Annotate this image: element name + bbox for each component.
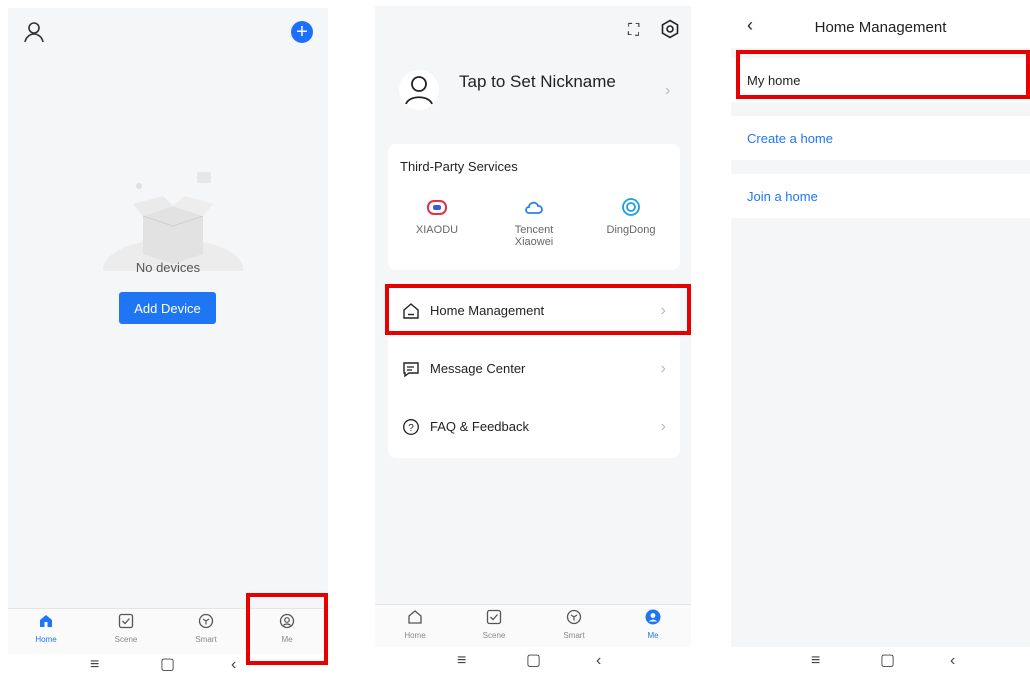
menu-label: Message Center [430,361,526,376]
tab-scene[interactable]: Scene [96,613,156,644]
user-icon[interactable] [22,20,46,44]
menu-icon[interactable]: ≡ [457,653,466,669]
empty-box-illustration [103,172,243,271]
scene-check-icon [118,613,134,629]
tab-label: Smart [195,635,217,644]
row-label: Create a home [747,131,833,146]
tab-home[interactable]: Home [16,613,76,644]
row-label: Join a home [747,189,818,204]
back-icon[interactable]: ‹ [950,653,955,669]
join-home-row[interactable]: Join a home [731,174,1030,218]
service-label: DingDong [606,224,656,236]
system-nav-bar: ≡ ▢ ‹ [375,647,691,675]
scene-check-icon [486,609,502,625]
tab-label: Me [647,631,659,640]
menu-faq-feedback[interactable]: ? FAQ & Feedback › [388,399,680,457]
tab-label: Smart [563,631,585,640]
tencent-cloud-icon [525,201,543,214]
back-icon[interactable]: ‹ [596,653,601,669]
me-user-icon [645,609,661,625]
home-square-icon[interactable]: ▢ [880,653,895,669]
chevron-right-icon: › [665,82,671,99]
avatar[interactable] [399,70,439,110]
home-icon [40,615,52,627]
highlight-my-home [736,50,1030,99]
service-tencent[interactable]: Tencent Xiaowei [494,196,574,248]
home-square-icon[interactable]: ▢ [160,657,175,673]
add-circle-icon[interactable]: + [291,21,313,43]
xiaodu-icon [427,200,447,215]
tab-smart[interactable]: Smart [544,609,604,640]
dingdong-icon [622,198,640,216]
me-screen: ⛶ Tap to Set Nickname › Third-Party Serv… [375,6,691,675]
tab-me[interactable]: Me [623,609,683,640]
bottom-tab-bar: Home Scene Smart Me [375,604,691,647]
menu-message-center[interactable]: Message Center › [388,341,680,399]
tab-label: Home [35,635,57,644]
tab-scene[interactable]: Scene [464,609,524,640]
page-title: Home Management [814,19,947,36]
help-icon: ? [403,419,419,435]
system-nav-bar: ≡ ▢ ‹ [731,647,1030,675]
highlight-me-tab [246,593,328,665]
highlight-home-management [385,284,691,335]
gear-icon[interactable] [660,19,680,39]
smart-cube-icon [198,613,214,629]
svg-text:?: ? [408,423,414,434]
tab-home[interactable]: Home [385,609,445,640]
nickname-label[interactable]: Tap to Set Nickname [459,72,616,92]
home-screen: + No devices Add Device Home Scene Smart… [8,8,328,675]
home-icon [408,610,422,624]
home-square-icon[interactable]: ▢ [526,653,541,669]
menu-icon[interactable]: ≡ [90,657,99,673]
home-management-screen: ‹ Home Management My home Create a home … [731,6,1030,675]
empty-state-text: No devices [135,260,201,275]
tab-label: Scene [114,635,138,644]
back-icon[interactable]: ‹ [231,657,236,673]
service-dingdong[interactable]: DingDong [591,196,671,236]
tab-label: Scene [482,631,506,640]
third-party-card: Third-Party Services XIAODU Tencent Xiao… [388,144,680,270]
service-xiaodu[interactable]: XIAODU [397,196,477,236]
third-party-title: Third-Party Services [400,159,518,174]
menu-label: FAQ & Feedback [430,419,529,434]
tab-label: Home [404,631,426,640]
chevron-right-icon: › [660,418,666,435]
message-icon [403,362,419,378]
tab-smart[interactable]: Smart [176,613,236,644]
scan-icon[interactable]: ⛶ [628,22,639,40]
smart-cube-icon [566,609,582,625]
chevron-right-icon: › [660,360,666,377]
service-label: XIAODU [415,224,459,236]
add-device-button[interactable]: Add Device [119,292,216,324]
menu-icon[interactable]: ≡ [811,653,820,669]
create-home-row[interactable]: Create a home [731,116,1030,160]
header: ‹ Home Management [731,6,1030,48]
service-label: Tencent Xiaowei [514,224,554,248]
